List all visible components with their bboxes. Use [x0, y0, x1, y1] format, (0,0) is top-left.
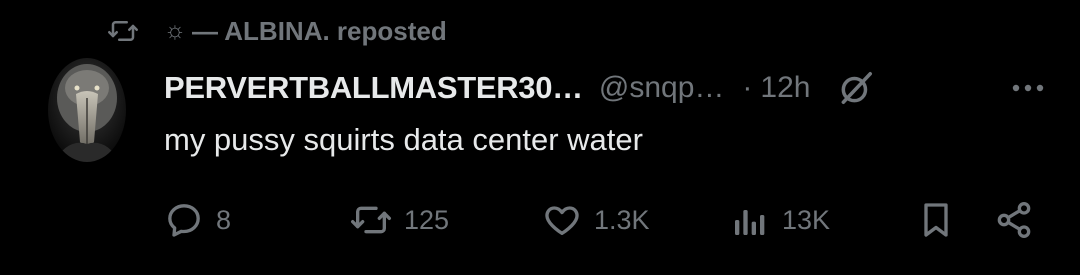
sun-glyph-icon: ☼: [164, 17, 186, 44]
like-button[interactable]: 1.3K: [542, 192, 650, 248]
share-icon: [994, 200, 1034, 240]
action-bar: 8 125 1.3K 13K: [160, 192, 1040, 248]
views-button[interactable]: 13K: [730, 192, 830, 248]
share-button[interactable]: [994, 192, 1034, 248]
reply-icon: [164, 200, 204, 240]
post-timestamp[interactable]: 12h: [760, 71, 810, 105]
reposter-label[interactable]: — ALBINA. reposted: [192, 16, 447, 47]
like-count: 1.3K: [594, 204, 650, 235]
more-options-icon[interactable]: [1006, 62, 1050, 114]
post-text: my pussy squirts data center water: [164, 122, 643, 157]
reply-count: 8: [216, 204, 232, 235]
separator-dot: ·: [742, 71, 753, 104]
repost-icon: [104, 12, 142, 50]
bookmark-button[interactable]: [916, 192, 956, 248]
repost-button[interactable]: 125: [350, 192, 449, 248]
display-name[interactable]: PERVERTBALLMASTER30…: [164, 70, 583, 106]
repost-count: 125: [404, 204, 450, 235]
repost-icon: [350, 200, 392, 240]
views-count: 13K: [782, 204, 831, 235]
grok-icon[interactable]: [836, 68, 876, 108]
reply-button[interactable]: 8: [164, 192, 231, 248]
heart-icon: [542, 200, 582, 240]
user-handle[interactable]: @snqp…: [599, 71, 725, 105]
avatar[interactable]: [48, 58, 126, 162]
views-chart-icon: [730, 200, 770, 240]
repost-indicator[interactable]: ☼ — ALBINA. reposted: [104, 12, 447, 50]
bookmark-icon: [916, 200, 956, 240]
post-header: PERVERTBALLMASTER30… @snqp… · 12h: [164, 62, 1050, 114]
